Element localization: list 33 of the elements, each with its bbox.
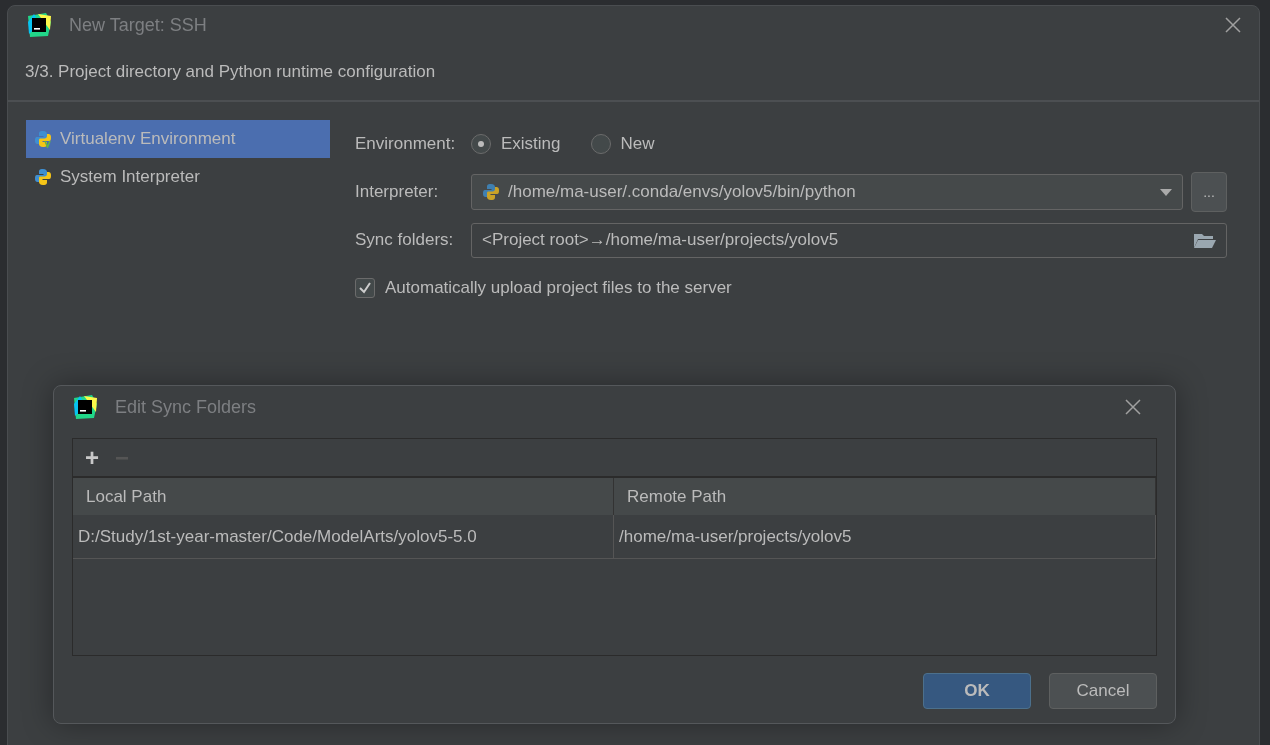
ok-button[interactable]: OK <box>923 673 1031 709</box>
browse-button[interactable]: ... <box>1191 172 1227 212</box>
column-header[interactable]: Remote Path <box>614 478 1156 515</box>
close-icon[interactable] <box>1125 399 1141 415</box>
window-title: New Target: SSH <box>69 14 208 36</box>
cancel-button[interactable]: Cancel <box>1049 673 1157 709</box>
caret-icon <box>1160 188 1172 196</box>
radio-button[interactable] <box>471 134 491 154</box>
field-label: Environment: <box>355 134 457 154</box>
python-icon <box>34 130 52 148</box>
sidebar-item[interactable]: Virtualenv Environment <box>26 120 330 158</box>
interpreter-dropdown[interactable]: /home/ma-user/.conda/envs/yolov5/bin/python <box>471 174 1183 210</box>
column-header[interactable]: Local Path <box>73 478 614 515</box>
checkbox[interactable] <box>355 278 375 298</box>
radio-label: New <box>620 134 655 154</box>
field-label: Interpreter: <box>355 182 440 202</box>
sync-folders-field[interactable]: <Project root>→/home/ma-user/projects/yolov5 <box>471 222 1227 258</box>
sidebar-item[interactable]: System Interpreter <box>26 158 330 196</box>
table-cell: /home/ma-user/projects/yolov5 <box>614 515 1156 558</box>
folder-icon[interactable] <box>1194 232 1216 248</box>
app-logo-icon <box>72 394 98 420</box>
table-cell: D:/Study/1st-year-master/Code/ModelArts/yolov5-5.0 <box>73 515 614 558</box>
radio-label: Existing <box>501 134 561 154</box>
close-icon[interactable] <box>1225 17 1241 33</box>
add-button[interactable]: + <box>81 445 103 470</box>
python-icon <box>482 183 500 201</box>
window-title: Edit Sync Folders <box>115 396 258 418</box>
radio-button[interactable] <box>590 134 611 154</box>
app-logo-icon <box>26 12 52 38</box>
step-heading: 3/3. Project directory and Python runtime configuration <box>8 44 1259 102</box>
field-label: Sync folders: <box>355 230 455 250</box>
python-icon <box>34 168 52 186</box>
checkbox-label: Automatically upload project files to the server <box>385 278 732 298</box>
